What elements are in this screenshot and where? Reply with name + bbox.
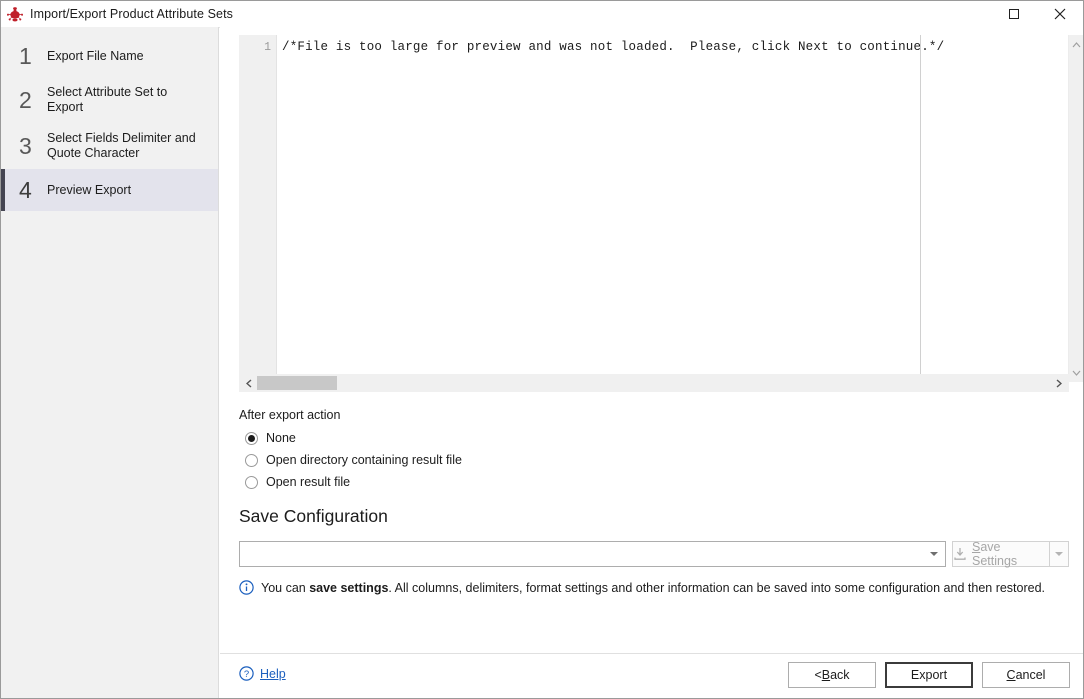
editor-line-gutter: 1 xyxy=(239,35,277,382)
radio-indicator[interactable] xyxy=(245,453,258,467)
help-circle-icon: ? xyxy=(239,666,254,681)
info-circle-icon xyxy=(239,580,254,595)
radio-option-none[interactable]: None xyxy=(245,427,839,449)
wizard-step-sidebar: 1 Export File Name 2 Select Attribute Se… xyxy=(1,27,219,698)
save-configuration-heading: Save Configuration xyxy=(239,506,388,526)
cancel-rest: ancel xyxy=(1015,668,1046,682)
app-icon xyxy=(7,7,23,22)
cancel-button[interactable]: Cancel xyxy=(982,662,1070,688)
save-settings-label: Save Settings xyxy=(972,540,1049,568)
editor-line-content: /*File is too large for preview and was … xyxy=(282,40,945,54)
step-number: 4 xyxy=(19,176,32,203)
maximize-icon xyxy=(1009,8,1019,19)
line-number: 1 xyxy=(264,41,271,54)
sidebar-item-select-delimiter[interactable]: 3 Select Fields Delimiter and Quote Char… xyxy=(1,123,218,169)
export-button[interactable]: Export xyxy=(885,662,973,688)
dropdown-arrow-icon xyxy=(1055,552,1063,556)
sidebar-item-select-attribute-set[interactable]: 2 Select Attribute Set to Export xyxy=(1,77,218,123)
cancel-accel: C xyxy=(1006,668,1016,682)
footer-button-group: < Back Export Cancel xyxy=(788,662,1070,688)
step-number: 2 xyxy=(19,86,32,113)
radio-label: None xyxy=(266,431,296,445)
sidebar-item-preview-export[interactable]: 4 Preview Export xyxy=(1,169,218,211)
after-export-action-group: After export action None Open directory … xyxy=(239,408,839,493)
export-label: Export xyxy=(910,668,948,682)
editor-margin-ruler xyxy=(920,35,921,382)
info-bold: save settings xyxy=(309,580,389,595)
info-message-text: You can save settings. All columns, deli… xyxy=(261,581,1045,595)
title-bar: Import/Export Product Attribute Sets xyxy=(1,1,1083,28)
back-accel: B xyxy=(821,668,831,682)
help-label: Help xyxy=(260,666,286,681)
save-settings-button[interactable]: Save Settings xyxy=(952,540,1050,568)
step-label: Select Attribute Set to Export xyxy=(47,85,168,114)
radio-label: Open result file xyxy=(266,475,351,489)
radio-option-open-directory[interactable]: Open directory containing result file xyxy=(245,449,839,471)
window-title: Import/Export Product Attribute Sets xyxy=(30,7,233,21)
radio-indicator[interactable] xyxy=(245,475,258,489)
editor-horizontal-scrollbar[interactable] xyxy=(239,374,1069,392)
dialog-window: Import/Export Product Attribute Sets 1 E… xyxy=(0,0,1084,699)
save-configuration-row: Save Settings xyxy=(239,540,1069,568)
preview-editor[interactable]: 1 /*File is too large for preview and wa… xyxy=(239,35,1069,382)
editor-vertical-scrollbar[interactable] xyxy=(1068,35,1083,382)
step-label: Preview Export xyxy=(47,182,132,197)
back-button[interactable]: < Back xyxy=(788,662,876,688)
sidebar-item-export-file-name[interactable]: 1 Export File Name xyxy=(1,35,218,77)
radio-label: Open directory containing result file xyxy=(266,453,462,467)
scroll-right-icon[interactable] xyxy=(1051,374,1067,392)
step-number: 3 xyxy=(19,132,32,159)
chevron-down-icon[interactable] xyxy=(930,552,938,556)
step-label: Select Fields Delimiter and Quote Charac… xyxy=(47,131,196,160)
scroll-down-icon[interactable] xyxy=(1069,365,1083,380)
help-link[interactable]: ? Help xyxy=(239,666,286,681)
radio-indicator[interactable] xyxy=(245,431,258,445)
editor-code-area[interactable]: /*File is too large for preview and was … xyxy=(277,35,1069,382)
save-download-icon xyxy=(954,548,966,560)
close-button[interactable] xyxy=(1037,1,1083,26)
maximize-button[interactable] xyxy=(991,1,1037,26)
window-controls xyxy=(991,1,1083,26)
back-prefix: < xyxy=(814,668,822,682)
main-panel: 1 /*File is too large for preview and wa… xyxy=(220,27,1083,698)
info-rest: . All columns, delimiters, format settin… xyxy=(388,580,1046,595)
info-message: You can save settings. All columns, deli… xyxy=(239,580,1045,595)
save-settings-dropdown-button[interactable] xyxy=(1050,541,1069,567)
after-export-legend: After export action xyxy=(239,408,341,422)
close-icon xyxy=(1054,8,1066,19)
step-number: 1 xyxy=(19,42,32,69)
dialog-footer: ? Help < Back Export Cancel xyxy=(220,653,1083,698)
back-rest: ack xyxy=(830,668,850,682)
configuration-combobox[interactable] xyxy=(239,541,946,567)
scroll-up-icon[interactable] xyxy=(1069,37,1083,52)
info-lead: You can xyxy=(261,580,310,595)
scroll-left-icon[interactable] xyxy=(241,374,257,392)
svg-text:?: ? xyxy=(244,669,249,680)
horizontal-scroll-thumb[interactable] xyxy=(257,376,337,390)
step-label: Export File Name xyxy=(47,48,144,63)
radio-option-open-result-file[interactable]: Open result file xyxy=(245,471,839,493)
